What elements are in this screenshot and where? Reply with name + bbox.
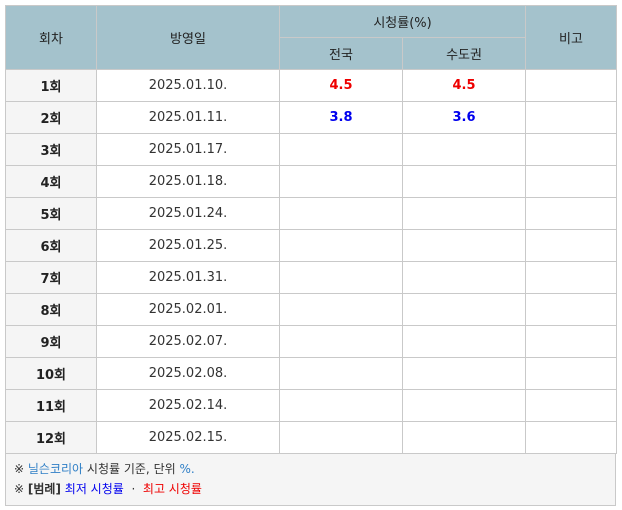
header-remarks: 비고 [525,5,618,70]
date-cell: 2025.02.08. [96,357,280,390]
nationwide-cell [279,325,403,358]
table-row: 2회 2025.01.11. 3.8 3.6 [5,101,618,134]
date-cell: 2025.01.17. [96,133,280,166]
table-row: 5회 2025.01.24. [5,197,618,230]
legend-highest: 최고 시청률 [142,482,202,496]
nationwide-cell [279,421,403,454]
nationwide-cell [279,357,403,390]
table-row: 7회 2025.01.31. [5,261,618,294]
legend-separator: · [131,482,136,496]
episode-cell: 1회 [5,69,97,102]
nationwide-cell [279,389,403,422]
note-source: ※ 닐슨코리아 시청률 기준, 단위 %. [14,459,607,479]
remarks-cell [525,389,618,422]
date-cell: 2025.01.25. [96,229,280,262]
date-cell: 2025.01.24. [96,197,280,230]
episode-cell: 12회 [5,421,97,454]
note-mark: ※ [14,482,25,496]
episode-cell: 9회 [5,325,97,358]
table-row: 8회 2025.02.01. [5,293,618,326]
note-basis: 시청률 기준, 단위 [86,462,176,476]
date-cell: 2025.01.11. [96,101,280,134]
capital-cell [401,197,527,230]
table-row: 4회 2025.01.18. [5,165,618,198]
capital-cell [401,229,527,262]
remarks-cell [525,165,618,198]
episode-cell: 11회 [5,389,97,422]
capital-cell [401,261,527,294]
table-body: 1회 2025.01.10. 4.5 4.5 2회 2025.01.11. 3.… [5,69,618,454]
table-row: 3회 2025.01.17. [5,133,618,166]
capital-cell [401,133,527,166]
capital-cell [401,165,527,198]
date-cell: 2025.02.07. [96,325,280,358]
remarks-cell [525,357,618,390]
episode-cell: 4회 [5,165,97,198]
nielsen-korea-link[interactable]: 닐슨코리아 [28,462,83,476]
table-row: 1회 2025.01.10. 4.5 4.5 [5,69,618,102]
table-row: 6회 2025.01.25. [5,229,618,262]
table-row: 10회 2025.02.08. [5,357,618,390]
remarks-cell [525,293,618,326]
capital-cell [401,421,527,454]
nationwide-cell [279,165,403,198]
table-header: 회차 방영일 시청률(%) 비고 전국 수도권 [5,5,618,70]
remarks-cell [525,197,618,230]
legend-lowest: 최저 시청률 [64,482,124,496]
header-episode: 회차 [5,5,97,70]
remarks-cell [525,325,618,358]
note-unit: %. [179,462,195,476]
remarks-cell [525,101,618,134]
table-notes: ※ 닐슨코리아 시청률 기준, 단위 %. ※ [범례] 최저 시청률 · 최고… [5,454,616,506]
capital-cell [401,389,527,422]
episode-cell: 3회 [5,133,97,166]
episode-cell: 5회 [5,197,97,230]
nationwide-cell [279,133,403,166]
date-cell: 2025.02.15. [96,421,280,454]
date-cell: 2025.01.31. [96,261,280,294]
nationwide-cell [279,229,403,262]
header-capital: 수도권 [401,37,527,70]
remarks-cell [525,133,618,166]
nationwide-cell: 3.8 [279,101,403,134]
remarks-cell [525,69,618,102]
date-cell: 2025.01.18. [96,165,280,198]
date-cell: 2025.01.10. [96,69,280,102]
episode-cell: 10회 [5,357,97,390]
capital-cell: 3.6 [401,101,527,134]
ratings-table: 회차 방영일 시청률(%) 비고 전국 수도권 1회 2025.01.10. 4… [5,5,618,454]
episode-cell: 2회 [5,101,97,134]
table-row: 9회 2025.02.07. [5,325,618,358]
note-legend: ※ [범례] 최저 시청률 · 최고 시청률 [14,479,607,499]
ratings-table-container: 회차 방영일 시청률(%) 비고 전국 수도권 1회 2025.01.10. 4… [5,5,618,506]
nationwide-cell [279,197,403,230]
date-cell: 2025.02.14. [96,389,280,422]
header-ratings: 시청률(%) [278,5,527,38]
remarks-cell [525,421,618,454]
legend-label: [범례] [27,482,61,496]
episode-cell: 7회 [5,261,97,294]
nationwide-cell: 4.5 [279,69,403,102]
note-mark: ※ [14,462,25,476]
capital-cell [401,293,527,326]
capital-cell: 4.5 [401,69,527,102]
header-airdate: 방영일 [96,5,280,70]
nationwide-cell [279,293,403,326]
nationwide-cell [279,261,403,294]
date-cell: 2025.02.01. [96,293,280,326]
episode-cell: 8회 [5,293,97,326]
remarks-cell [525,229,618,262]
remarks-cell [525,261,618,294]
header-nationwide: 전국 [279,37,403,70]
capital-cell [401,357,527,390]
table-row: 12회 2025.02.15. [5,421,618,454]
episode-cell: 6회 [5,229,97,262]
table-row: 11회 2025.02.14. [5,389,618,422]
capital-cell [401,325,527,358]
